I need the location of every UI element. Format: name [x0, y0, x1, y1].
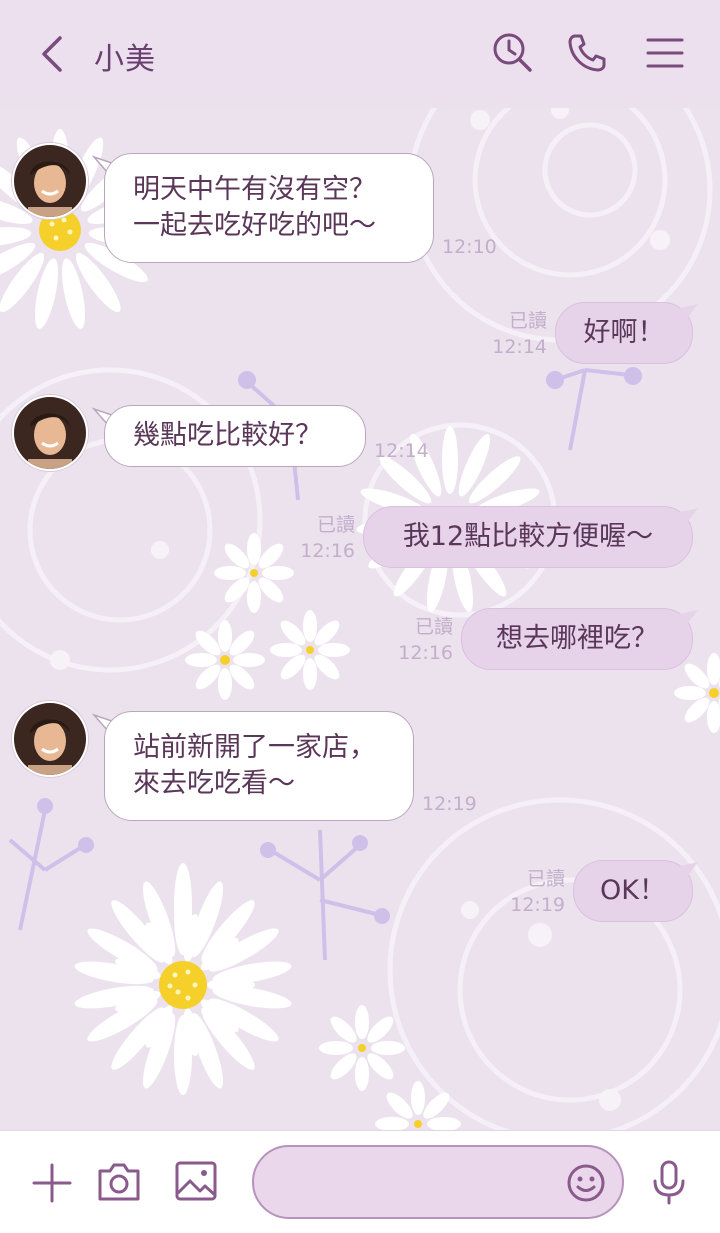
chat-header: 小美 — [0, 0, 720, 108]
plus-icon[interactable] — [30, 1161, 74, 1205]
read-receipt: 已讀 12:14 — [492, 310, 547, 358]
message-bubble[interactable]: OK！ — [573, 860, 693, 922]
emoji-icon[interactable] — [566, 1163, 606, 1203]
read-receipt: 已讀 12:16 — [300, 514, 355, 562]
chevron-left-icon[interactable] — [34, 34, 70, 74]
bubble-tail — [680, 508, 698, 524]
message-text-line: 一起去吃好吃的吧～ — [133, 210, 376, 241]
message-bubble[interactable]: 好啊！ — [555, 302, 693, 364]
avatar-image — [14, 145, 86, 217]
message-text-line: 明天中午有沒有空？ — [133, 174, 376, 205]
search-icon[interactable] — [492, 32, 534, 74]
avatar[interactable] — [12, 701, 88, 777]
message-input[interactable] — [274, 1159, 568, 1207]
message-field[interactable] — [252, 1145, 624, 1219]
phone-icon[interactable] — [566, 32, 608, 74]
message-time: 12:14 — [374, 440, 429, 462]
camera-icon[interactable] — [96, 1159, 142, 1203]
avatar[interactable] — [12, 143, 88, 219]
message-time: 12:19 — [422, 793, 477, 815]
bubble-tail — [680, 610, 698, 626]
read-receipt: 已讀 12:16 — [398, 616, 453, 664]
mic-icon[interactable] — [650, 1159, 688, 1205]
message-bubble[interactable]: 站前新開了一家店， 來去吃吃看～ — [104, 711, 414, 821]
message-bubble[interactable]: 幾點吃比較好？ — [104, 405, 366, 467]
message-bubble[interactable]: 我12點比較方便喔～ — [363, 506, 693, 568]
read-receipt: 已讀 12:19 — [510, 868, 565, 916]
avatar-image — [14, 703, 86, 775]
chat-messages[interactable]: 明天中午有沒有空？ 一起去吃好吃的吧～ 12:10 已讀 12:14 好啊！ 幾點… — [0, 108, 720, 1130]
message-bubble[interactable]: 想去哪裡吃？ — [461, 608, 693, 670]
message-bubble[interactable]: 明天中午有沒有空？ 一起去吃好吃的吧～ — [104, 153, 434, 263]
bubble-tail — [680, 304, 698, 320]
contact-name: 小美 — [94, 42, 156, 77]
message-time: 12:10 — [442, 236, 497, 258]
menu-icon[interactable] — [644, 32, 686, 74]
avatar[interactable] — [12, 395, 88, 471]
message-text-line: 幾點吃比較好？ — [133, 420, 322, 451]
avatar-image — [14, 397, 86, 469]
message-input-bar — [0, 1130, 720, 1233]
image-icon[interactable] — [174, 1159, 218, 1203]
message-text-line: 來去吃吃看～ — [133, 768, 295, 799]
message-text-line: 站前新開了一家店， — [133, 732, 376, 763]
bubble-tail — [680, 862, 698, 878]
